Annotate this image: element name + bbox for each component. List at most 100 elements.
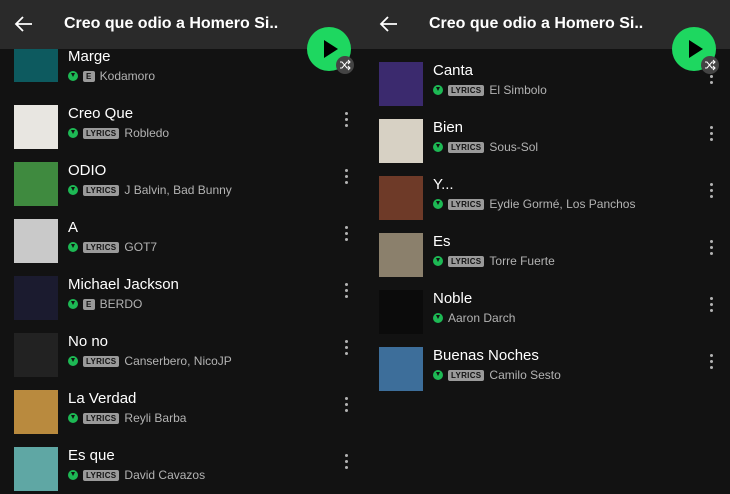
more-options-icon[interactable] [341, 226, 351, 246]
more-options-icon[interactable] [341, 112, 351, 132]
track-artist: Aaron Darch [448, 311, 516, 325]
album-art [14, 105, 58, 149]
track-meta: LYRICS Canserbero, NicoJP [68, 354, 232, 368]
track-title: Es [433, 233, 451, 250]
track-meta: E BERDO [68, 297, 142, 311]
track-row[interactable]: A LYRICS GOT7 [0, 219, 365, 276]
downloaded-icon [68, 128, 78, 138]
track-title: Es que [68, 447, 115, 464]
track-artist: Robledo [124, 126, 170, 140]
lyrics-badge: LYRICS [448, 198, 485, 210]
more-options-icon[interactable] [706, 126, 716, 146]
track-meta: LYRICS Robledo [68, 126, 169, 140]
album-art [14, 333, 58, 377]
track-row[interactable]: Es LYRICS Torre Fuerte [365, 233, 730, 290]
track-row[interactable]: Y... LYRICS Eydie Gormé, Los Panchos [365, 176, 730, 233]
more-options-icon[interactable] [341, 397, 351, 417]
track-row[interactable]: No no LYRICS Canserbero, NicoJP [0, 333, 365, 390]
track-title: Y... [433, 176, 454, 193]
explicit-badge: E [83, 298, 95, 310]
track-artist: David Cavazos [124, 468, 206, 482]
album-art [379, 62, 423, 106]
album-art [379, 347, 423, 391]
track-artist: Eydie Gormé, Los Panchos [489, 197, 636, 211]
playlist-title: Creo que odio a Homero Si... [429, 15, 644, 32]
more-options-icon[interactable] [341, 340, 351, 360]
track-row[interactable]: Buenas Noches LYRICS Camilo Sesto [365, 347, 730, 404]
track-title: No no [68, 333, 109, 350]
track-row[interactable]: Creo Que LYRICS Robledo [0, 105, 365, 162]
album-art [14, 447, 58, 491]
lyrics-badge: LYRICS [448, 255, 485, 267]
track-row[interactable]: ODIO LYRICS J Balvin, Bad Bunny [0, 162, 365, 219]
downloaded-icon [433, 85, 443, 95]
track-title: Bien [433, 119, 464, 136]
album-art [379, 176, 423, 220]
track-title: A [68, 219, 79, 236]
track-title: Marge [68, 48, 111, 65]
lyrics-badge: LYRICS [83, 127, 120, 139]
shuffle-icon[interactable] [701, 56, 719, 74]
downloaded-icon [433, 370, 443, 380]
lyrics-badge: LYRICS [448, 369, 485, 381]
track-row[interactable]: Bien LYRICS Sous-Sol [365, 119, 730, 176]
track-artist: Camilo Sesto [489, 368, 561, 382]
playlist-panel-left: Creo que odio a Homero Si... Marge E Kodam… [0, 0, 365, 494]
track-row[interactable]: Michael Jackson E BERDO [0, 276, 365, 333]
lyrics-badge: LYRICS [83, 355, 120, 367]
album-art [14, 276, 58, 320]
play-icon [689, 40, 703, 58]
shuffle-icon[interactable] [336, 56, 354, 74]
play-icon [324, 40, 338, 58]
downloaded-icon [68, 71, 78, 81]
back-arrow-icon[interactable] [377, 12, 401, 36]
track-meta: LYRICS Reyli Barba [68, 411, 186, 425]
track-row[interactable]: Canta LYRICS El Simbolo [365, 62, 730, 119]
track-artist: BERDO [99, 297, 143, 311]
track-row[interactable]: La Verdad LYRICS Reyli Barba [0, 390, 365, 447]
more-options-icon[interactable] [706, 240, 716, 260]
lyrics-badge: LYRICS [448, 141, 485, 153]
track-artist: Torre Fuerte [489, 254, 555, 268]
lyrics-badge: LYRICS [83, 184, 120, 196]
more-options-icon[interactable] [706, 183, 716, 203]
more-options-icon[interactable] [341, 283, 351, 303]
more-options-icon[interactable] [706, 297, 716, 317]
downloaded-icon [68, 242, 78, 252]
album-art [379, 290, 423, 334]
lyrics-badge: LYRICS [83, 412, 120, 424]
track-artist: Kodamoro [99, 69, 156, 83]
track-row[interactable]: Noble Aaron Darch [365, 290, 730, 347]
track-meta: LYRICS GOT7 [68, 240, 157, 254]
downloaded-icon [433, 313, 443, 323]
downloaded-icon [433, 256, 443, 266]
track-row[interactable]: Es que LYRICS David Cavazos [0, 447, 365, 494]
lyrics-badge: LYRICS [83, 241, 120, 253]
back-arrow-icon[interactable] [12, 12, 36, 36]
track-artist: Canserbero, NicoJP [124, 354, 232, 368]
track-title: ODIO [68, 162, 107, 179]
more-options-icon[interactable] [341, 169, 351, 189]
track-artist: El Simbolo [489, 83, 547, 97]
lyrics-badge: LYRICS [83, 469, 120, 481]
track-title: Noble [433, 290, 473, 307]
downloaded-icon [68, 470, 78, 480]
downloaded-icon [433, 199, 443, 209]
track-meta: LYRICS Sous-Sol [433, 140, 538, 154]
track-title: Buenas Noches [433, 347, 539, 364]
track-artist: GOT7 [124, 240, 158, 254]
track-title: Canta [433, 62, 474, 79]
downloaded-icon [68, 299, 78, 309]
track-meta: LYRICS David Cavazos [68, 468, 205, 482]
lyrics-badge: LYRICS [448, 84, 485, 96]
track-meta: LYRICS J Balvin, Bad Bunny [68, 183, 232, 197]
track-meta: Aaron Darch [433, 311, 515, 325]
playlist-title: Creo que odio a Homero Si... [64, 15, 279, 32]
more-options-icon[interactable] [706, 354, 716, 374]
track-meta: LYRICS El Simbolo [433, 83, 547, 97]
track-artist: J Balvin, Bad Bunny [124, 183, 232, 197]
album-art [379, 119, 423, 163]
more-options-icon[interactable] [341, 454, 351, 474]
track-meta: LYRICS Camilo Sesto [433, 368, 561, 382]
downloaded-icon [68, 185, 78, 195]
